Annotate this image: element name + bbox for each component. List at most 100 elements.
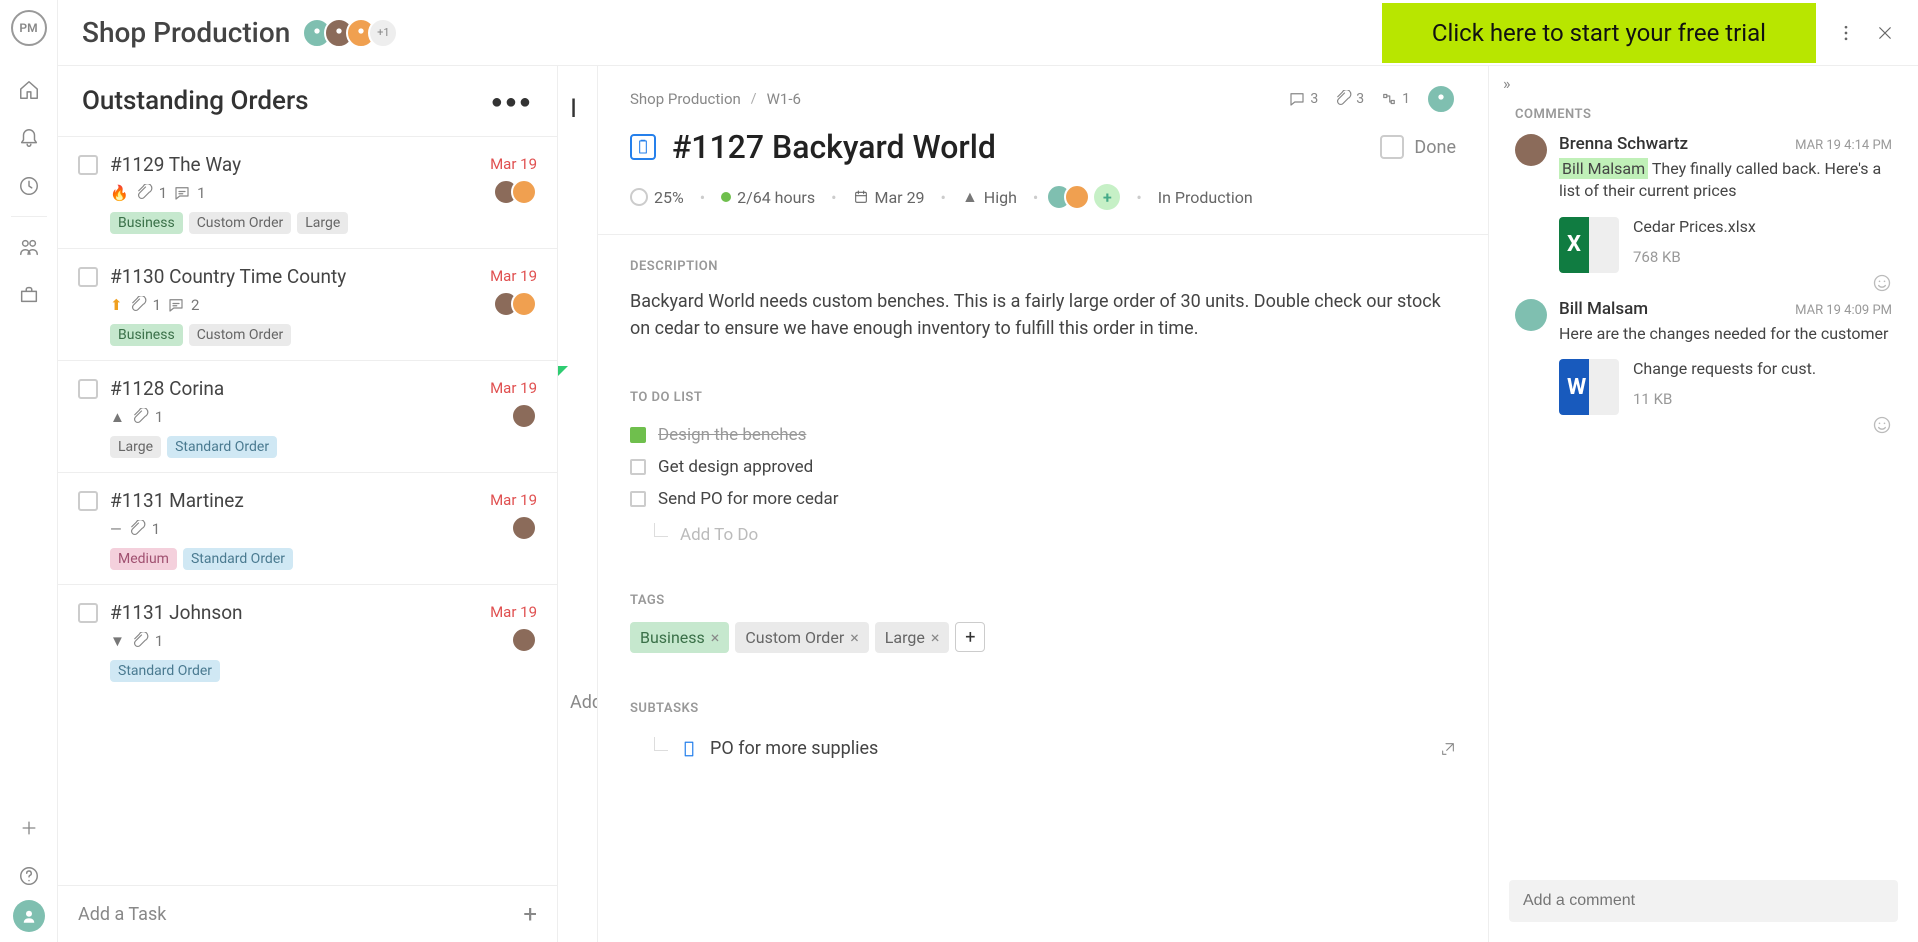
file-type-icon: X — [1559, 217, 1619, 273]
recent-icon[interactable] — [17, 174, 41, 198]
breadcrumb-parent[interactable]: W1-6 — [767, 90, 801, 108]
add-assignee-button[interactable]: + — [1094, 184, 1120, 210]
task-card[interactable]: #1128 Corina Mar 19 ▲ 1 LargeStandard Or… — [58, 360, 557, 472]
task-title[interactable]: #1127 Backyard World — [672, 128, 1380, 166]
more-menu[interactable] — [1836, 23, 1856, 43]
home-icon[interactable] — [17, 78, 41, 102]
progress-indicator[interactable]: 25% — [630, 188, 684, 207]
detail-tag[interactable]: Custom Order × — [735, 622, 868, 653]
detail-tag[interactable]: Business × — [630, 622, 729, 653]
todo-checkbox[interactable] — [630, 491, 646, 507]
collapse-comments-button[interactable]: » — [1503, 74, 1511, 93]
task-tag[interactable]: Standard Order — [110, 660, 220, 682]
comment-author[interactable]: Brenna Schwartz — [1559, 134, 1688, 154]
task-tag[interactable]: Large — [297, 212, 348, 234]
task-checkbox[interactable] — [78, 267, 98, 287]
subtask-title[interactable]: PO for more supplies — [710, 738, 878, 759]
task-tag[interactable]: Business — [110, 324, 183, 346]
trial-banner[interactable]: Click here to start your free trial — [1382, 3, 1816, 63]
peek-column-title: I — [570, 94, 577, 124]
task-card[interactable]: #1129 The Way Mar 19 🔥 1 1 BusinessCusto… — [58, 136, 557, 248]
stat-subtasks[interactable]: 1 — [1380, 90, 1410, 108]
description-text[interactable]: Backyard World needs custom benches. Thi… — [630, 288, 1456, 342]
todo-text: Get design approved — [658, 457, 813, 477]
stat-comments[interactable]: 3 — [1288, 90, 1318, 108]
task-tag[interactable]: Medium — [110, 548, 177, 570]
comment-input[interactable] — [1509, 880, 1898, 922]
todo-checkbox[interactable] — [630, 459, 646, 475]
remove-tag-icon[interactable]: × — [711, 628, 720, 647]
comment-author[interactable]: Bill Malsam — [1559, 299, 1648, 319]
task-tag[interactable]: Business — [110, 212, 183, 234]
attachment-count: 1 — [155, 408, 163, 426]
todo-item[interactable]: Design the benches — [630, 419, 1456, 451]
column-menu[interactable]: ●●● — [491, 89, 533, 114]
status-label[interactable]: In Production — [1158, 188, 1253, 207]
task-owner-avatar[interactable] — [1426, 84, 1456, 114]
emoji-react-button[interactable] — [1872, 415, 1892, 435]
task-card[interactable]: #1131 Martinez Mar 19 — 1 MediumStandard… — [58, 472, 557, 584]
column-title: Outstanding Orders — [82, 86, 491, 116]
task-checkbox[interactable] — [78, 155, 98, 175]
logo[interactable]: PM — [11, 10, 47, 46]
add-task-button[interactable]: + — [523, 900, 537, 928]
active-marker — [558, 366, 568, 376]
close-button[interactable] — [1876, 24, 1894, 42]
comment-text: Here are the changes needed for the cust… — [1559, 323, 1892, 345]
assignee-avatar — [511, 515, 537, 541]
user-mention[interactable]: Bill Malsam — [1559, 158, 1648, 179]
detail-tag[interactable]: Large × — [875, 622, 950, 653]
todo-checkbox[interactable] — [630, 427, 646, 443]
remove-tag-icon[interactable]: × — [850, 628, 859, 647]
task-card[interactable]: #1130 Country Time County Mar 19 ⬆ 1 2 B… — [58, 248, 557, 360]
attachment-icon — [128, 520, 146, 538]
add-icon[interactable] — [17, 816, 41, 840]
done-checkbox[interactable] — [1380, 135, 1404, 159]
task-tag[interactable]: Custom Order — [189, 212, 292, 234]
stat-attachments[interactable]: 3 — [1334, 90, 1364, 108]
notifications-icon[interactable] — [17, 126, 41, 150]
remove-tag-icon[interactable]: × — [931, 628, 940, 647]
file-size: 768 KB — [1633, 248, 1756, 266]
emoji-react-button[interactable] — [1872, 273, 1892, 293]
task-card-title: #1128 Corina — [110, 377, 537, 400]
comment-item: Brenna Schwartz MAR 19 4:14 PM Bill Mals… — [1515, 134, 1892, 273]
priority-icon: ⬆ — [110, 296, 123, 314]
task-tag[interactable]: Standard Order — [183, 548, 293, 570]
todo-item[interactable]: Send PO for more cedar — [630, 483, 1456, 515]
project-members[interactable]: +1 — [310, 18, 398, 48]
task-checkbox[interactable] — [78, 603, 98, 623]
peek-add-task[interactable]: Add — [570, 692, 598, 713]
user-avatar[interactable] — [13, 900, 45, 932]
hours-indicator[interactable]: 2/64 hours — [721, 188, 815, 207]
help-icon[interactable] — [17, 864, 41, 888]
task-due-date: Mar 19 — [490, 603, 537, 621]
priority[interactable]: ▲ High — [962, 187, 1017, 207]
add-todo-input[interactable]: Add To Do — [680, 525, 758, 545]
assignees[interactable]: + — [1054, 184, 1120, 210]
project-title: Shop Production — [82, 16, 290, 49]
comment-avatar[interactable] — [1515, 134, 1547, 166]
todo-item[interactable]: Get design approved — [630, 451, 1456, 483]
team-icon[interactable] — [17, 235, 41, 259]
due-date[interactable]: Mar 29 — [853, 188, 925, 207]
task-checkbox[interactable] — [78, 491, 98, 511]
task-tag[interactable]: Standard Order — [167, 436, 277, 458]
subtasks-label: SUBTASKS — [630, 701, 1456, 716]
breadcrumb-project[interactable]: Shop Production — [630, 90, 741, 108]
comment-avatar[interactable] — [1515, 299, 1547, 331]
task-tag[interactable]: Custom Order — [189, 324, 292, 346]
breadcrumb-separator: / — [751, 91, 757, 107]
add-task-input[interactable]: Add a Task — [78, 904, 166, 925]
task-tag[interactable]: Large — [110, 436, 161, 458]
task-checkbox[interactable] — [78, 379, 98, 399]
task-card[interactable]: #1131 Johnson Mar 19 ▼ 1 Standard Order — [58, 584, 557, 696]
attachment[interactable]: X Cedar Prices.xlsx 768 KB — [1559, 217, 1892, 273]
todo-text: Design the benches — [658, 425, 806, 445]
file-type-icon: W — [1559, 359, 1619, 415]
expand-subtask-icon[interactable] — [1440, 741, 1456, 757]
attachment[interactable]: W Change requests for cust. 11 KB — [1559, 359, 1892, 415]
extra-members-count[interactable]: +1 — [368, 18, 398, 48]
portfolio-icon[interactable] — [17, 283, 41, 307]
add-tag-button[interactable]: + — [955, 622, 985, 652]
